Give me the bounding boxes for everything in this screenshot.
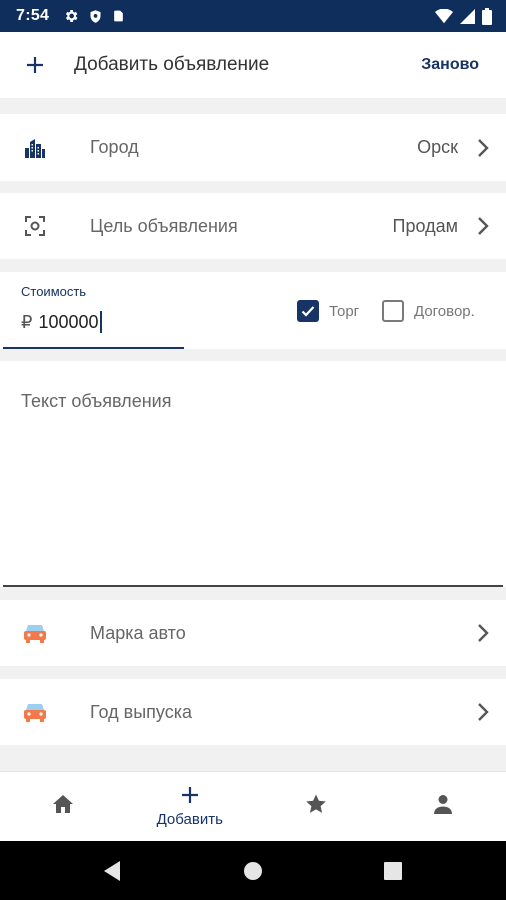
focus-target-icon: [0, 214, 70, 238]
chevron-right-icon: [468, 138, 498, 158]
purpose-value: Продам: [392, 215, 458, 236]
battery-icon: [482, 7, 492, 25]
signal-icon: [460, 8, 475, 24]
city-value: Орск: [417, 137, 458, 157]
price-row: Стоимость ₽ 100000 Торг Договор.: [0, 272, 506, 349]
status-bar: 7:54: [0, 0, 506, 32]
nav-add-label: Добавить: [156, 811, 223, 828]
home-icon: [51, 793, 75, 820]
add-icon[interactable]: [0, 55, 70, 75]
wifi-icon: [435, 8, 453, 24]
recents-icon[interactable]: [363, 841, 423, 900]
city-icon: [0, 136, 70, 160]
status-time: 7:54: [16, 7, 50, 24]
checkbox-unchecked-icon: [382, 300, 404, 322]
app-bar: Добавить объявление Заново: [0, 32, 506, 98]
back-icon[interactable]: [82, 841, 142, 900]
description-textarea[interactable]: Текст объявления: [0, 361, 506, 587]
add-icon: [180, 785, 200, 810]
purpose-row[interactable]: Цель объявления Продам: [0, 193, 506, 259]
description-placeholder: Текст объявления: [21, 391, 172, 411]
price-value[interactable]: 100000: [38, 312, 98, 333]
contract-label: Договор.: [414, 302, 475, 320]
checkbox-checked-icon: [297, 300, 319, 322]
settings-icon: [63, 8, 79, 24]
chevron-right-icon: [468, 216, 498, 236]
chevron-right-icon: [468, 623, 498, 643]
nav-profile[interactable]: [380, 772, 506, 841]
sim-card-icon: [112, 8, 125, 24]
car-icon: [0, 622, 70, 644]
star-icon: [304, 792, 328, 821]
city-label: Город: [90, 137, 139, 157]
bottom-navigation: Добавить: [0, 771, 506, 841]
price-input[interactable]: Стоимость ₽ 100000: [0, 272, 184, 349]
contract-checkbox[interactable]: Договор.: [382, 300, 475, 322]
reset-button[interactable]: Заново: [421, 56, 479, 74]
description-underline: [3, 585, 503, 587]
chevron-right-icon: [468, 702, 498, 722]
system-navigation-bar: [0, 841, 506, 900]
bargain-checkbox[interactable]: Торг: [297, 300, 359, 322]
car-brand-label: Марка авто: [90, 622, 186, 643]
home-button-icon[interactable]: [223, 841, 283, 900]
price-underline: [3, 347, 184, 349]
page-title: Добавить объявление: [74, 54, 270, 75]
shield-icon: [88, 8, 103, 25]
car-brand-row[interactable]: Марка авто: [0, 600, 506, 666]
car-icon: [0, 701, 70, 723]
price-label: Стоимость: [21, 284, 87, 299]
car-year-label: Год выпуска: [90, 701, 192, 722]
nav-home[interactable]: [0, 772, 127, 841]
purpose-label: Цель объявления: [90, 215, 238, 236]
currency-symbol: ₽: [21, 311, 33, 332]
city-row[interactable]: Город Орск: [0, 114, 506, 181]
person-icon: [432, 793, 454, 820]
nav-favorites[interactable]: [253, 772, 380, 841]
text-cursor: [99, 311, 102, 333]
car-year-row[interactable]: Год выпуска: [0, 679, 506, 745]
nav-add[interactable]: Добавить: [127, 772, 254, 841]
bargain-label: Торг: [329, 302, 360, 320]
